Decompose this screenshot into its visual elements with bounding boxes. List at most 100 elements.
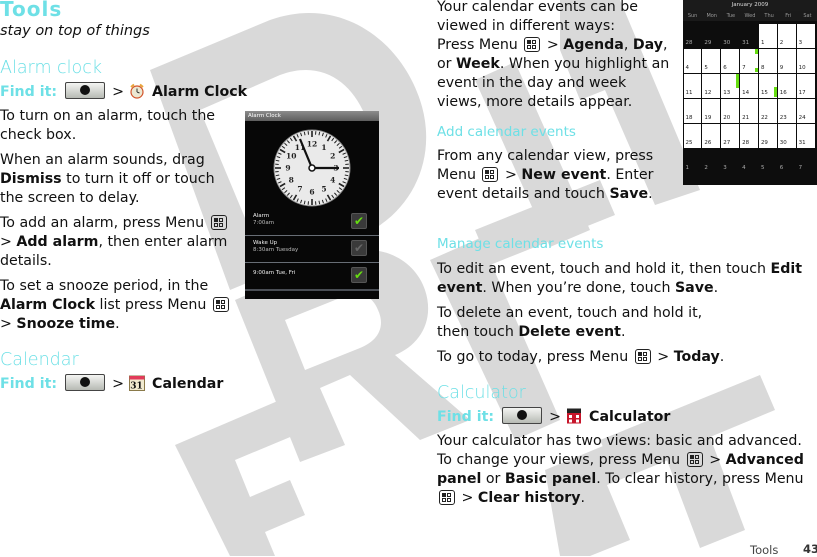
subheading-manage-calendar-events: Manage calendar events	[437, 235, 603, 253]
alarm-item[interactable]: 9:00am Tue, Fri ✔	[245, 263, 379, 289]
day-number: 31	[799, 140, 806, 146]
footer-section-name: Tools	[750, 543, 778, 557]
day-number: 10	[799, 65, 806, 71]
calendar-day-cell[interactable]: 14	[740, 74, 758, 98]
event-marker	[755, 68, 758, 72]
calendar-day-cell[interactable]: 31	[740, 24, 758, 48]
calendar-day-cell[interactable]: 27	[721, 124, 739, 148]
calendar-day-cell[interactable]: 13	[721, 74, 739, 98]
today-text: To go to today, press Menu > Today.	[437, 348, 812, 367]
calendar-day-cell[interactable]: 6	[721, 49, 739, 73]
day-number: 31	[742, 40, 749, 46]
calendar-day-cell[interactable]: 26	[702, 124, 720, 148]
calendar-day-cell[interactable]: 12	[702, 74, 720, 98]
day-number: 3	[723, 165, 727, 171]
menu-key-icon	[211, 215, 227, 230]
home-key-icon	[65, 374, 105, 391]
day-number: 5	[704, 65, 708, 71]
day-number: 17	[799, 90, 806, 96]
calendar-day-cell[interactable]: 19	[702, 99, 720, 123]
alarm-clock-app-icon	[129, 83, 145, 99]
alarm-checkbox-unchecked[interactable]: ✔	[351, 240, 367, 256]
calendar-day-cell[interactable]: 7	[797, 149, 815, 173]
section-heading-alarm-clock: Alarm clock	[0, 57, 102, 79]
day-number: 16	[780, 90, 787, 96]
calendar-day-cell[interactable]: 17	[797, 74, 815, 98]
calendar-day-cell[interactable]: 21	[740, 99, 758, 123]
alarm-find-it: Find it: > Alarm Clock	[0, 82, 247, 102]
weekday-label: Wed	[740, 11, 759, 21]
calendar-day-cell[interactable]: 6	[778, 149, 796, 173]
clock-number: 5	[321, 184, 326, 193]
calendar-day-cell[interactable]: 2	[702, 149, 720, 173]
alarm-label: 9:00am Tue, Fri	[253, 270, 295, 276]
calendar-day-cell[interactable]: 31	[797, 124, 815, 148]
menu-key-icon	[687, 452, 703, 467]
day-number: 6	[780, 165, 784, 171]
delete-event-text: To delete an event, touch and hold it, t…	[437, 304, 737, 342]
calendar-day-cell[interactable]: 1	[684, 149, 702, 173]
calendar-day-cell[interactable]: 5	[759, 149, 777, 173]
day-number: 1	[686, 165, 690, 171]
calendar-day-cell[interactable]: 16	[778, 74, 796, 98]
calendar-day-cell[interactable]: 23	[778, 99, 796, 123]
calendar-day-cell[interactable]: 29	[759, 124, 777, 148]
day-number: 28	[686, 40, 693, 46]
calendar-day-cell[interactable]: 3	[797, 24, 815, 48]
calendar-day-cell[interactable]: 9	[778, 49, 796, 73]
alarm-p1: To turn on an alarm, touch the check box…	[0, 107, 232, 145]
menu-key-icon	[482, 167, 498, 182]
separator: >	[112, 84, 124, 100]
alarm-item[interactable]: Alarm 7:00am ✔	[245, 209, 379, 235]
calendar-day-cell[interactable]: 1	[759, 24, 777, 48]
find-it-label: Find it:	[0, 84, 57, 100]
day-number: 24	[799, 115, 806, 121]
calendar-day-cell[interactable]: 5	[702, 49, 720, 73]
page-subtitle: stay on top of things	[0, 23, 240, 39]
calendar-day-cell[interactable]: 30	[721, 24, 739, 48]
day-number: 7	[799, 165, 803, 171]
clock-tick	[345, 160, 348, 161]
calendar-day-cell[interactable]: 24	[797, 99, 815, 123]
add-events-text: From any calendar view, press Menu > New…	[437, 147, 662, 204]
alarm-clock-app-name: Alarm Clock	[152, 84, 247, 100]
alarm-checkbox-checked[interactable]: ✔	[351, 213, 367, 229]
calendar-day-cell[interactable]: 29	[702, 24, 720, 48]
alarm-item[interactable]: Wake Up 8:30am Tuesday ✔	[245, 236, 379, 262]
weekday-label: Fri	[779, 11, 798, 21]
weekday-label: Thu	[760, 11, 779, 21]
calendar-day-cell[interactable]: 18	[684, 99, 702, 123]
month-grid: 2829303112345678910111213141516171819202…	[683, 24, 815, 174]
calendar-day-cell[interactable]: 4	[740, 149, 758, 173]
calendar-day-cell[interactable]: 28	[740, 124, 758, 148]
calendar-app-icon: 31	[129, 375, 145, 391]
calendar-day-cell[interactable]: 15	[759, 74, 777, 98]
alarm-label: Alarm	[253, 213, 269, 219]
calendar-day-cell[interactable]: 11	[684, 74, 702, 98]
calendar-day-cell[interactable]: 8	[759, 49, 777, 73]
weekday-label: Mon	[702, 11, 721, 21]
clock-number: 8	[289, 176, 294, 185]
calendar-day-cell[interactable]: 22	[759, 99, 777, 123]
clock-tick	[319, 132, 320, 135]
alarm-checkbox-checked[interactable]: ✔	[351, 267, 367, 283]
calendar-week-row: 111213141516 17	[683, 74, 815, 99]
day-number: 28	[742, 140, 749, 146]
svg-text:31: 31	[130, 382, 143, 392]
clock-tick	[304, 132, 305, 135]
alarm-p3: To add an alarm, press Menu > Add alarm,…	[0, 214, 232, 271]
calendar-day-cell[interactable]: 4	[684, 49, 702, 73]
section-heading-calendar: Calendar	[0, 349, 79, 371]
day-number: 4	[686, 65, 690, 71]
calendar-week-row: 18192021222324	[683, 99, 815, 124]
calendar-day-cell[interactable]: 3	[721, 149, 739, 173]
calendar-day-cell[interactable]: 7	[740, 49, 758, 73]
calendar-day-cell[interactable]: 20	[721, 99, 739, 123]
calendar-day-cell[interactable]: 25	[684, 124, 702, 148]
calendar-day-cell[interactable]: 10	[797, 49, 815, 73]
calendar-day-cell[interactable]: 2	[778, 24, 796, 48]
event-marker	[774, 87, 777, 97]
separator: >	[549, 409, 561, 425]
calendar-day-cell[interactable]: 28	[684, 24, 702, 48]
calendar-day-cell[interactable]: 30	[778, 124, 796, 148]
